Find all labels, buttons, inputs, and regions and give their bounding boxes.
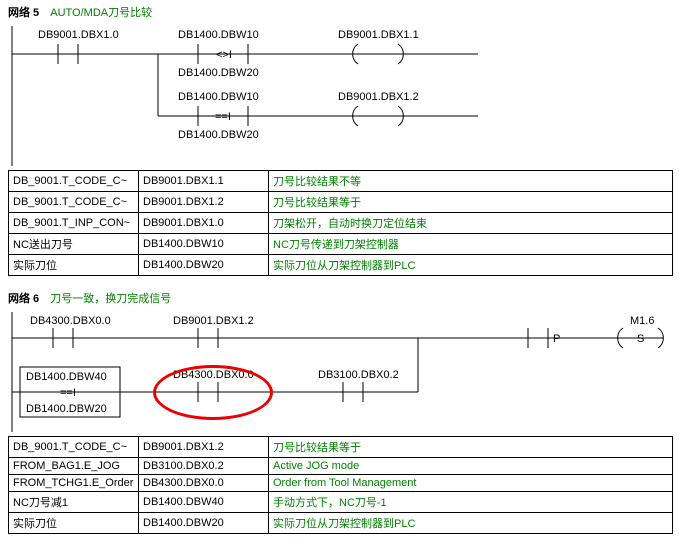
network-6-table: DB_9001.T_CODE_C~DB9001.DBX1.2刀号比较结果等于FR… bbox=[8, 436, 673, 534]
n6-contact-2-label: DB9001.DBX1.2 bbox=[173, 315, 254, 327]
table-cell: DB3100.DBX0.2 bbox=[139, 458, 269, 475]
n6-coil-label: M1.6 bbox=[630, 315, 654, 327]
table-cell: Active JOG mode bbox=[269, 458, 673, 475]
table-cell: DB1400.DBW20 bbox=[139, 513, 269, 534]
network-6: 网络 6 刀号一致，换刀完成信号 DB4300.DBX0.0 DB9001.DB… bbox=[0, 286, 681, 540]
network-5-table: DB_9001.T_CODE_C~DB9001.DBX1.1刀号比较结果不等DB… bbox=[8, 170, 673, 276]
table-cell: NC刀号传递到刀架控制器 bbox=[269, 234, 673, 255]
n5-cmp2-bot: DB1400.DBW20 bbox=[178, 129, 259, 141]
n6-cmp-op: ==I bbox=[60, 387, 76, 399]
network-6-title: 刀号一致，换刀完成信号 bbox=[50, 293, 171, 305]
table-cell: 手动方式下，NC刀号-1 bbox=[269, 492, 673, 513]
table-cell: DB1400.DBW40 bbox=[139, 492, 269, 513]
n5-cmp1-top: DB1400.DBW10 bbox=[178, 29, 259, 41]
n6-s-label: S bbox=[637, 333, 644, 345]
table-cell: 刀号比较结果等于 bbox=[269, 192, 673, 213]
table-cell: DB1400.DBW10 bbox=[139, 234, 269, 255]
table-row: DB_9001.T_INP_CON~DB9001.DBX1.0刀架松开，自动时换… bbox=[9, 213, 673, 234]
network-5-number: 网络 5 bbox=[8, 7, 39, 19]
table-row: FROM_BAG1.E_JOGDB3100.DBX0.2Active JOG m… bbox=[9, 458, 673, 475]
table-row: FROM_TCHG1.E_OrderDB4300.DBX0.0Order fro… bbox=[9, 475, 673, 492]
n5-coil1-label: DB9001.DBX1.1 bbox=[338, 29, 419, 41]
table-cell: FROM_TCHG1.E_Order bbox=[9, 475, 139, 492]
n5-contact-1-label: DB9001.DBX1.0 bbox=[38, 29, 119, 41]
n6-contact-3-label: DB4300.DBX0.0 bbox=[173, 369, 254, 381]
table-cell: NC刀号减1 bbox=[9, 492, 139, 513]
network-5-ladder: DB9001.DBX1.0 DB1400.DBW10 <>I DB1400.DB… bbox=[8, 26, 673, 166]
n5-cmp1-op: <>I bbox=[216, 49, 232, 61]
network-6-header: 网络 6 刀号一致，换刀完成信号 bbox=[8, 288, 673, 308]
table-cell: DB9001.DBX1.1 bbox=[139, 171, 269, 192]
n6-contact-1-label: DB4300.DBX0.0 bbox=[30, 315, 111, 327]
network-6-ladder: DB4300.DBX0.0 DB9001.DBX1.2 P M1.6 S DB1… bbox=[8, 312, 673, 432]
table-cell: DB_9001.T_CODE_C~ bbox=[9, 437, 139, 458]
table-cell: DB_9001.T_CODE_C~ bbox=[9, 171, 139, 192]
network-6-number: 网络 6 bbox=[8, 293, 39, 305]
table-cell: DB9001.DBX1.2 bbox=[139, 437, 269, 458]
table-row: DB_9001.T_CODE_C~DB9001.DBX1.2刀号比较结果等于 bbox=[9, 192, 673, 213]
table-cell: DB4300.DBX0.0 bbox=[139, 475, 269, 492]
table-row: NC送出刀号DB1400.DBW10NC刀号传递到刀架控制器 bbox=[9, 234, 673, 255]
n6-cmp-bot: DB1400.DBW20 bbox=[26, 403, 107, 415]
n5-cmp2-op: ==I bbox=[215, 111, 231, 123]
n5-cmp2-top: DB1400.DBW10 bbox=[178, 91, 259, 103]
table-cell: 刀号比较结果不等 bbox=[269, 171, 673, 192]
table-cell: 实际刀位 bbox=[9, 255, 139, 276]
table-cell: 刀架松开，自动时换刀定位结束 bbox=[269, 213, 673, 234]
table-cell: 刀号比较结果等于 bbox=[269, 437, 673, 458]
n5-coil2-label: DB9001.DBX1.2 bbox=[338, 91, 419, 103]
table-cell: DB9001.DBX1.2 bbox=[139, 192, 269, 213]
table-row: 实际刀位DB1400.DBW20实际刀位从刀架控制器到PLC bbox=[9, 513, 673, 534]
network-5-header: 网络 5 AUTO/MDA刀号比较 bbox=[8, 2, 673, 22]
n6-p-label: P bbox=[553, 333, 560, 345]
table-cell: 实际刀位从刀架控制器到PLC bbox=[269, 513, 673, 534]
table-row: NC刀号减1DB1400.DBW40手动方式下，NC刀号-1 bbox=[9, 492, 673, 513]
table-cell: NC送出刀号 bbox=[9, 234, 139, 255]
network-5-title: AUTO/MDA刀号比较 bbox=[50, 7, 152, 19]
table-cell: DB9001.DBX1.0 bbox=[139, 213, 269, 234]
n5-cmp1-bot: DB1400.DBW20 bbox=[178, 67, 259, 79]
table-row: DB_9001.T_CODE_C~DB9001.DBX1.1刀号比较结果不等 bbox=[9, 171, 673, 192]
table-cell: DB_9001.T_INP_CON~ bbox=[9, 213, 139, 234]
table-row: 实际刀位DB1400.DBW20实际刀位从刀架控制器到PLC bbox=[9, 255, 673, 276]
table-cell: Order from Tool Management bbox=[269, 475, 673, 492]
table-cell: DB1400.DBW20 bbox=[139, 255, 269, 276]
table-cell: FROM_BAG1.E_JOG bbox=[9, 458, 139, 475]
table-cell: 实际刀位从刀架控制器到PLC bbox=[269, 255, 673, 276]
table-cell: 实际刀位 bbox=[9, 513, 139, 534]
network-5: 网络 5 AUTO/MDA刀号比较 DB9001.DBX1.0 DB1400.D… bbox=[0, 0, 681, 282]
n6-contact-4-label: DB3100.DBX0.2 bbox=[318, 369, 399, 381]
table-row: DB_9001.T_CODE_C~DB9001.DBX1.2刀号比较结果等于 bbox=[9, 437, 673, 458]
n6-cmp-top: DB1400.DBW40 bbox=[26, 371, 107, 383]
table-cell: DB_9001.T_CODE_C~ bbox=[9, 192, 139, 213]
